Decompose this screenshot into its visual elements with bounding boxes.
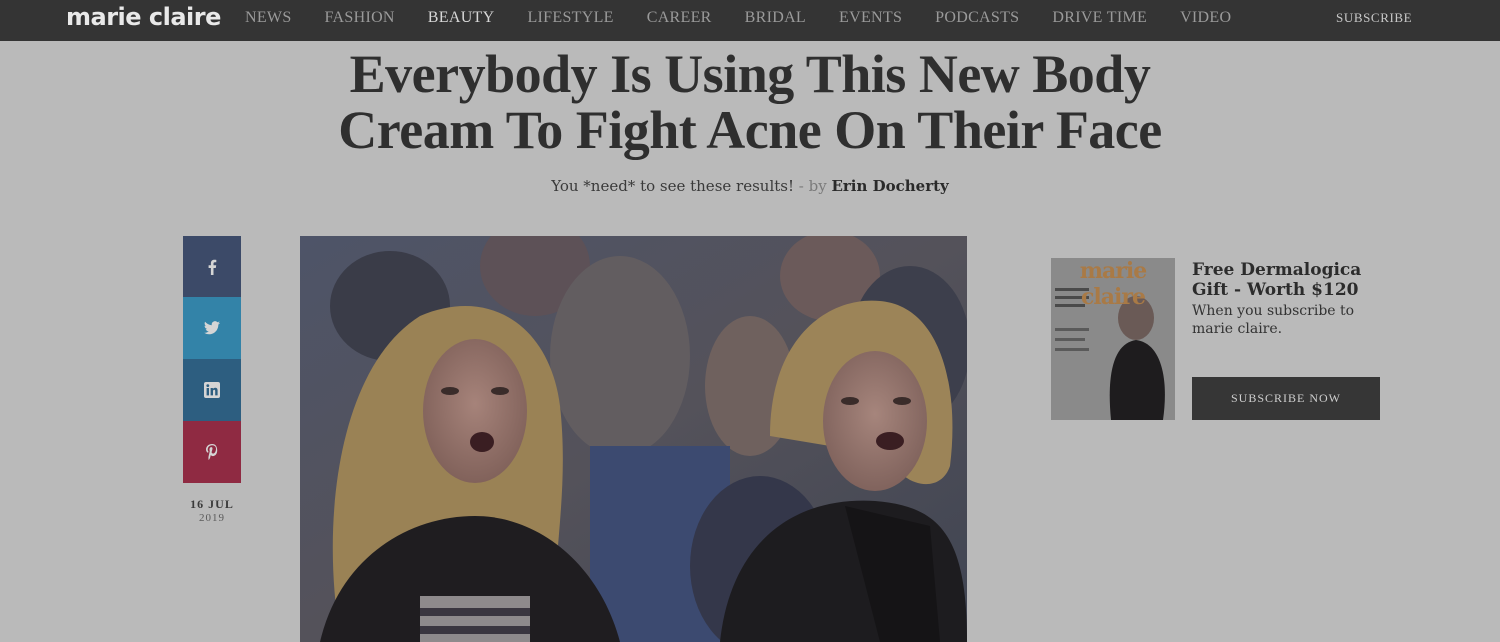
promo-title: Free Dermalogica Gift - Worth $120 — [1192, 260, 1362, 300]
nav-item-events[interactable]: EVENTS — [839, 9, 902, 27]
publish-date: 16 JUL 2019 — [183, 497, 241, 524]
nav-item-bridal[interactable]: BRIDAL — [745, 9, 806, 27]
article-dek: You *need* to see these results! - by Er… — [300, 177, 1200, 195]
share-pinterest-button[interactable] — [183, 421, 241, 483]
headline-line-1: Everybody Is Using This New Body — [349, 44, 1151, 104]
cover-masthead: marie claire — [1079, 258, 1147, 310]
linkedin-icon — [204, 382, 220, 398]
hero-image — [300, 236, 967, 642]
main-nav: NEWS FASHION BEAUTY LIFESTYLE CAREER BRI… — [245, 9, 1264, 27]
facebook-icon — [208, 259, 217, 275]
article-headline: Everybody Is Using This New Body Cream T… — [300, 46, 1200, 158]
nav-item-drive-time[interactable]: DRIVE TIME — [1052, 9, 1147, 27]
share-facebook-button[interactable] — [183, 236, 241, 297]
twitter-icon — [204, 321, 220, 335]
author-link[interactable]: Erin Docherty — [831, 177, 948, 195]
site-logo[interactable]: marie claire — [66, 3, 221, 31]
publish-date-day: 16 JUL — [190, 497, 234, 511]
headline-line-2: Cream To Fight Acne On Their Face — [338, 100, 1162, 160]
nav-item-career[interactable]: CAREER — [647, 9, 712, 27]
nav-item-lifestyle[interactable]: LIFESTYLE — [527, 9, 613, 27]
share-bar — [183, 236, 241, 483]
share-twitter-button[interactable] — [183, 297, 241, 359]
publish-date-year: 2019 — [199, 512, 225, 524]
promo-text: When you subscribe to marie claire. — [1192, 303, 1355, 337]
nav-item-fashion[interactable]: FASHION — [325, 9, 395, 27]
nav-item-beauty[interactable]: BEAUTY — [428, 9, 495, 27]
nav-item-podcasts[interactable]: PODCASTS — [935, 9, 1019, 27]
top-nav-bar: marie claire NEWS FASHION BEAUTY LIFESTY… — [0, 0, 1500, 41]
nav-item-video[interactable]: VIDEO — [1180, 9, 1231, 27]
dek-text: You *need* to see these results! — [551, 177, 794, 195]
subscribe-link[interactable]: SUBSCRIBE — [1336, 10, 1412, 26]
pinterest-icon — [206, 444, 218, 460]
subscribe-now-button[interactable]: SUBSCRIBE NOW — [1192, 377, 1380, 420]
magazine-cover-image[interactable]: marie claire — [1051, 258, 1175, 420]
hero-photo-illustration — [300, 236, 967, 642]
share-linkedin-button[interactable] — [183, 359, 241, 421]
byline-separator: - by — [794, 177, 832, 195]
nav-item-news[interactable]: NEWS — [245, 9, 292, 27]
